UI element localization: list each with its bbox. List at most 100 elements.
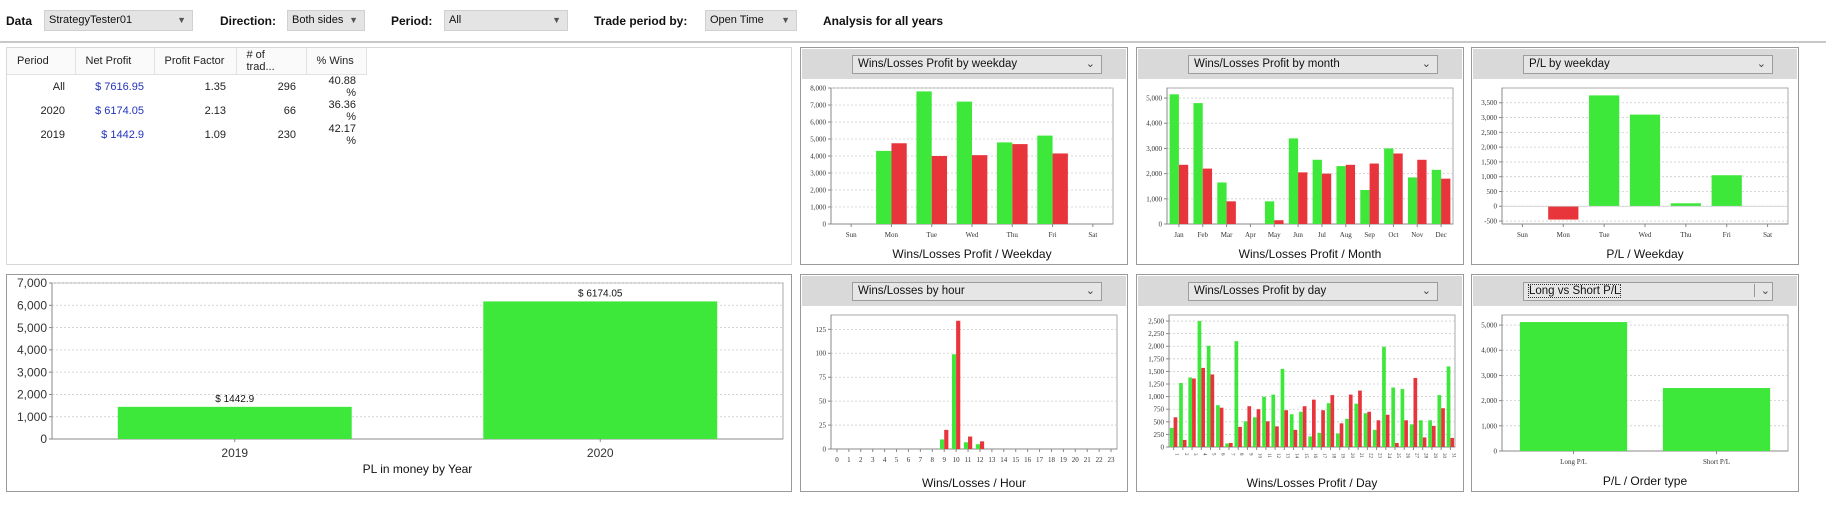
- y-tick-label: 2,500: [1148, 317, 1164, 325]
- y-tick-label: 6,000: [17, 298, 47, 312]
- trade-period-select[interactable]: Open Time ▼: [705, 10, 797, 31]
- chart-weekday-pl: P/L by weekday ⌄ -500 0 500 1,000 1,500 2,000…: [1471, 47, 1799, 265]
- chevron-down-icon: ⌄: [1753, 284, 1770, 297]
- bar-win: [1037, 135, 1053, 224]
- bar-win: [956, 101, 972, 224]
- table-row[interactable]: All $ 7616.95 1.35 296 40.88 %: [7, 74, 366, 99]
- column-header-net-profit[interactable]: Net Profit: [75, 48, 155, 75]
- bar-loss: [1202, 168, 1213, 224]
- x-tick-label: 30: [1441, 453, 1446, 459]
- bar: [117, 406, 352, 439]
- chart-header: Wins/Losses Profit by month ⌄: [1138, 49, 1462, 79]
- table-row[interactable]: 2020 $ 6174.05 2.13 66 36.36 %: [7, 99, 366, 123]
- chart-type-select[interactable]: Wins/Losses Profit by day ⌄: [1188, 282, 1438, 301]
- bar-win: [1360, 190, 1370, 224]
- bar-loss: [1228, 442, 1233, 447]
- y-tick-label: 7,000: [810, 101, 826, 109]
- column-header-trades[interactable]: # of trad...: [236, 48, 307, 75]
- chart-title: Wins/Losses Profit / Day: [1247, 476, 1378, 490]
- x-tick-label: 16: [1024, 456, 1032, 464]
- chart-title: Wins/Losses / Hour: [922, 476, 1026, 490]
- y-tick-label: -500: [1484, 217, 1497, 225]
- bar: [1519, 322, 1628, 451]
- x-tick-label: 2: [859, 456, 863, 464]
- bar-loss: [1404, 420, 1408, 447]
- y-tick-label: 0: [1159, 220, 1163, 228]
- data-select-value: StrategyTester01: [49, 14, 133, 26]
- x-tick-label: 21: [1084, 456, 1092, 464]
- bar-loss: [956, 320, 961, 449]
- chart-title: PL in money by Year: [363, 462, 473, 476]
- bar-loss: [1321, 173, 1332, 224]
- direction-select[interactable]: Both sides ▼: [287, 10, 365, 31]
- chart-type-select-value: Wins/Losses Profit by day: [1194, 285, 1327, 297]
- y-tick-label: 3,000: [1481, 114, 1497, 122]
- x-tick-label: Sat: [1088, 231, 1097, 239]
- y-tick-label: 1,000: [1481, 422, 1497, 430]
- analysis-label: Analysis for all years: [823, 14, 944, 28]
- y-tick-label: 1,250: [1148, 380, 1164, 388]
- y-tick-label: 4,000: [17, 343, 47, 357]
- dropdown-arrow-icon: ▼: [781, 15, 790, 25]
- y-tick-label: 3,000: [810, 169, 826, 177]
- bar-win: [1288, 138, 1299, 224]
- y-tick-label: 8,000: [810, 84, 826, 92]
- bar-win: [1382, 346, 1386, 447]
- column-header-profit-factor[interactable]: Profit Factor: [154, 48, 237, 75]
- bar-win: [1363, 413, 1368, 447]
- direction-select-value: Both sides: [292, 14, 344, 26]
- chart-type-select[interactable]: Long vs Short P/L ⌄: [1523, 282, 1773, 301]
- bar: [483, 301, 718, 439]
- bar-win: [1216, 405, 1220, 447]
- cell-period: All: [52, 80, 65, 93]
- x-tick-label: 20: [1072, 456, 1080, 464]
- cell-net-profit: $ 6174.05: [95, 104, 144, 117]
- x-tick-label: 18: [1048, 456, 1056, 464]
- y-tick-label: 2,000: [810, 186, 826, 194]
- plot-area: [830, 314, 1118, 450]
- y-tick-label: 2,500: [1481, 129, 1497, 137]
- bar-loss: [1413, 377, 1418, 447]
- bar-loss: [891, 143, 907, 224]
- chart-type-select[interactable]: Wins/Losses Profit by month ⌄: [1188, 55, 1438, 74]
- bar-win: [1234, 341, 1239, 447]
- bar-win: [1326, 403, 1331, 447]
- bar-loss: [1358, 390, 1362, 447]
- bar-win: [951, 354, 957, 449]
- cell-profit-factor: 1.35: [204, 80, 226, 93]
- cell-trades: 296: [277, 80, 296, 93]
- x-tick-label: Tue: [1599, 231, 1610, 239]
- chart-weekday-wl: Wins/Losses Profit by weekday ⌄ 0 1,000 2,…: [800, 47, 1128, 265]
- x-tick-label: 3: [871, 456, 875, 464]
- y-tick-label: 5,000: [810, 135, 826, 143]
- y-tick-label: 2,000: [17, 388, 47, 402]
- y-tick-label: 4,000: [810, 152, 826, 160]
- chart-type-select[interactable]: P/L by weekday ⌄: [1523, 55, 1773, 74]
- table-row[interactable]: 2019 $ 1442.9 1.09 230 42.17 %: [7, 123, 366, 147]
- bar-win: [1335, 433, 1340, 447]
- bar-loss: [1422, 437, 1427, 447]
- chart-type-select[interactable]: Wins/Losses by hour ⌄: [852, 282, 1102, 301]
- bar-win: [1264, 201, 1275, 224]
- x-tick-label: 4: [883, 456, 887, 464]
- y-tick-label: 2,000: [1481, 397, 1497, 405]
- y-tick-label: 2,000: [1148, 343, 1164, 351]
- period-select[interactable]: All ▼: [444, 10, 568, 31]
- column-header-period[interactable]: Period: [7, 48, 76, 75]
- trade-period-label: Trade period by:: [594, 14, 688, 28]
- bar-win: [1188, 377, 1193, 447]
- bar-win: [1431, 169, 1442, 224]
- bar-loss: [1298, 172, 1308, 224]
- column-header-wins[interactable]: % Wins: [306, 48, 367, 75]
- x-tick-label: 12: [1275, 453, 1280, 459]
- cell-period: 2019: [40, 128, 65, 141]
- bar-loss: [1173, 417, 1178, 447]
- bar-win: [1243, 421, 1248, 447]
- bar-loss: [972, 155, 988, 224]
- x-tick-label: 7: [919, 456, 923, 464]
- chart-type-select[interactable]: Wins/Losses Profit by weekday ⌄: [852, 55, 1102, 74]
- chevron-down-icon: ⌄: [1085, 285, 1095, 297]
- data-select[interactable]: StrategyTester01 ▼: [44, 10, 193, 31]
- chart-type-select-value: Wins/Losses by hour: [858, 285, 965, 297]
- y-tick-label: 125: [816, 326, 827, 334]
